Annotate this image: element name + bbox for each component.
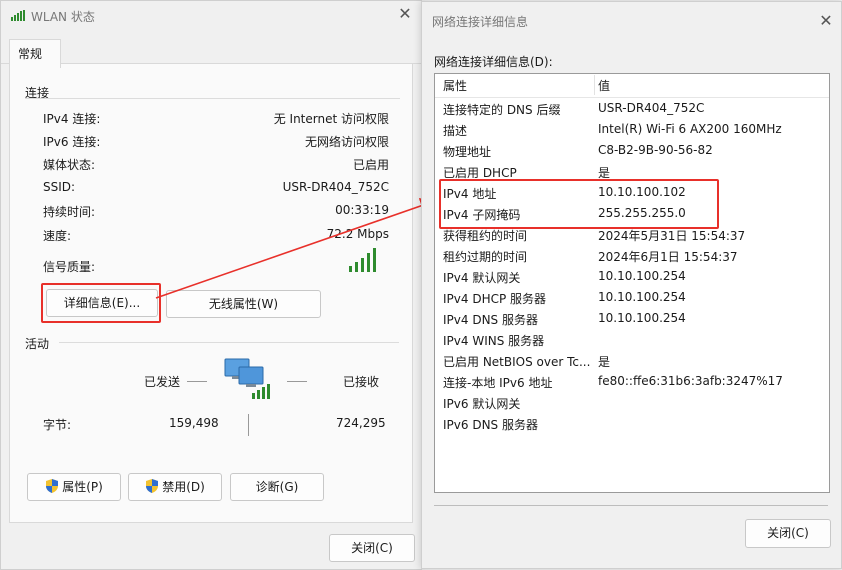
details-window-title: 网络连接详细信息: [432, 15, 529, 29]
bytes-sent-value: 159,498: [169, 416, 219, 430]
properties-button-label: 属性(P): [62, 480, 103, 494]
annotation-arrow: [155, 198, 437, 299]
list-item[interactable]: 获得租约的时间 2024年5月31日 15:54:37: [443, 227, 829, 248]
list-item[interactable]: 描述 Intel(R) Wi-Fi 6 AX200 160MHz: [443, 122, 829, 143]
details-list-label: 网络连接详细信息(D):: [434, 55, 553, 69]
tab-general-label: 常规: [18, 47, 43, 61]
row-property: 连接-本地 IPv6 地址: [443, 376, 553, 390]
ssid-label: SSID:: [43, 180, 76, 194]
row-property: 已启用 NetBIOS over Tc...: [443, 355, 591, 369]
list-header: 属性 值: [443, 77, 829, 98]
bytes-label: 字节:: [43, 418, 72, 432]
status-window-title: WLAN 状态: [31, 10, 95, 24]
list-item[interactable]: IPv4 DNS 服务器 10.10.100.254: [443, 311, 829, 332]
row-property: IPv4 默认网关: [443, 271, 521, 285]
row-property: IPv6 默认网关: [443, 397, 521, 411]
list-item[interactable]: 租约过期的时间 2024年6月1日 15:54:37: [443, 248, 829, 269]
received-line: [287, 381, 307, 382]
col-property-header[interactable]: 属性: [443, 77, 595, 94]
uac-shield-icon: [45, 476, 59, 493]
details-close-icon[interactable]: ✕: [818, 13, 834, 29]
received-label: 已接收: [343, 375, 380, 389]
network-computers-icon: [223, 355, 273, 401]
column-divider[interactable]: [594, 75, 595, 95]
details-list[interactable]: 属性 值 连接特定的 DNS 后缀 USR-DR404_752C 描述 Intel(…: [434, 73, 830, 493]
bytes-received-value: 724,295: [336, 416, 386, 430]
header-divider: [435, 97, 829, 98]
disable-button-label: 禁用(D): [162, 480, 205, 494]
list-item[interactable]: IPv6 DNS 服务器: [443, 416, 829, 437]
row-value: fe80::ffe6:31b6:3afb:3247%17: [598, 374, 783, 388]
row-value: 10.10.100.254: [598, 311, 686, 325]
row-property: 描述: [443, 124, 468, 138]
duration-label: 持续时间:: [43, 205, 96, 219]
list-item[interactable]: 已启用 NetBIOS over Tc... 是: [443, 353, 829, 374]
row-value: Intel(R) Wi-Fi 6 AX200 160MHz: [598, 122, 782, 136]
row-property: 连接特定的 DNS 后缀: [443, 103, 561, 117]
speed-label: 速度:: [43, 229, 72, 243]
list-item[interactable]: 物理地址 C8-B2-9B-90-56-82: [443, 143, 829, 164]
details-button-highlight: [41, 283, 161, 323]
col-value-header[interactable]: 值: [598, 77, 610, 94]
media-state-label: 媒体状态:: [43, 158, 96, 172]
ipv4-connection-value: 无 Internet 访问权限: [273, 112, 389, 126]
row-value: 10.10.100.254: [598, 290, 686, 304]
list-item[interactable]: IPv4 DHCP 服务器 10.10.100.254: [443, 290, 829, 311]
sent-line: [187, 381, 207, 382]
connection-divider: [25, 98, 400, 99]
ipv6-connection-label: IPv6 连接:: [43, 135, 101, 149]
row-property: 租约过期的时间: [443, 250, 528, 264]
row-property: 物理地址: [443, 145, 492, 159]
row-property: IPv6 DNS 服务器: [443, 418, 538, 432]
row-property: IPv4 WINS 服务器: [443, 334, 545, 348]
details-close-button[interactable]: 关闭(C): [745, 519, 831, 548]
status-titlebar: WLAN 状态 ✕: [1, 1, 421, 31]
row-value: USR-DR404_752C: [598, 101, 705, 115]
list-item[interactable]: IPv4 WINS 服务器: [443, 332, 829, 353]
row-value: C8-B2-9B-90-56-82: [598, 143, 713, 157]
network-details-window: 网络连接详细信息 ✕ 网络连接详细信息(D): 属性 值 连接特定的 DNS 后…: [421, 1, 842, 569]
wifi-signal-icon: [11, 10, 25, 21]
diagnose-button[interactable]: 诊断(G): [230, 473, 324, 501]
row-value: 是: [598, 355, 611, 369]
signal-quality-label: 信号质量:: [43, 260, 96, 274]
ipv4-rows-highlight: [439, 179, 719, 229]
row-value: 2024年5月31日 15:54:37: [598, 229, 746, 243]
tab-general[interactable]: 常规: [9, 39, 61, 68]
uac-shield-icon: [145, 476, 159, 493]
row-property: 获得租约的时间: [443, 229, 528, 243]
tab-strip: [1, 35, 421, 64]
row-value: 10.10.100.254: [598, 269, 686, 283]
status-close-icon[interactable]: ✕: [397, 6, 413, 22]
bytes-divider: [248, 414, 249, 436]
list-item[interactable]: 连接特定的 DNS 后缀 USR-DR404_752C: [443, 101, 829, 122]
ipv4-connection-label: IPv4 连接:: [43, 112, 101, 126]
media-state-value: 已启用: [352, 158, 389, 172]
list-item[interactable]: IPv4 默认网关 10.10.100.254: [443, 269, 829, 290]
ipv6-connection-value: 无网络访问权限: [304, 135, 389, 149]
row-value: 2024年6月1日 15:54:37: [598, 250, 738, 264]
status-close-button[interactable]: 关闭(C): [329, 534, 415, 562]
sent-label: 已发送: [144, 375, 181, 389]
activity-divider: [59, 342, 399, 343]
properties-button[interactable]: 属性(P): [27, 473, 121, 501]
row-property: IPv4 DNS 服务器: [443, 313, 538, 327]
list-item[interactable]: IPv6 默认网关: [443, 395, 829, 416]
list-item[interactable]: 连接-本地 IPv6 地址 fe80::ffe6:31b6:3afb:3247%1…: [443, 374, 829, 395]
activity-heading: 活动: [25, 337, 50, 351]
details-footer-divider: [434, 505, 828, 506]
disable-button[interactable]: 禁用(D): [128, 473, 222, 501]
row-property: IPv4 DHCP 服务器: [443, 292, 547, 306]
